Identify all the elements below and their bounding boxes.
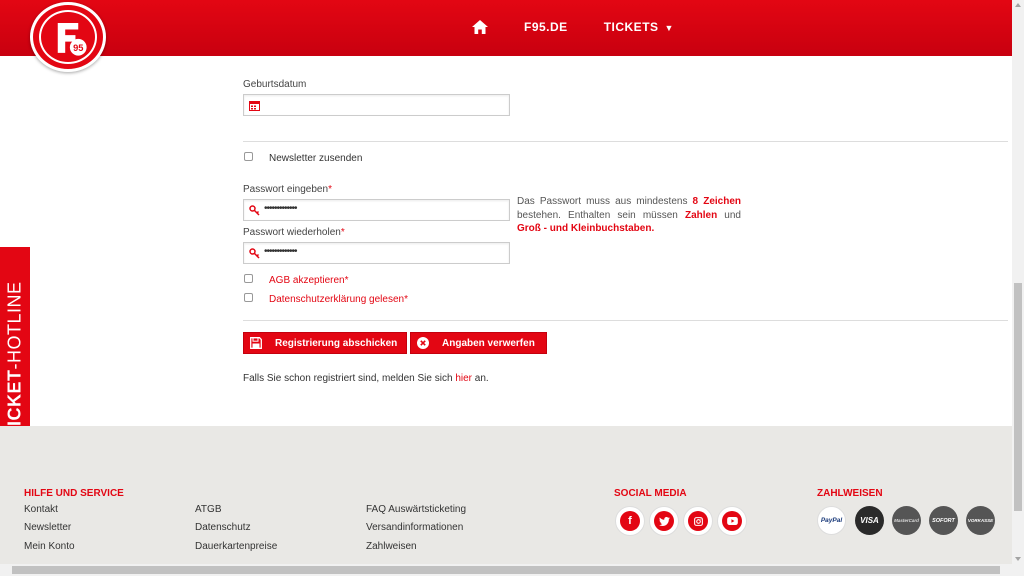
- vorkasse-icon: VORKASSE: [966, 506, 995, 535]
- footer-link-faq[interactable]: FAQ Auswärtsticketing: [366, 504, 466, 515]
- scroll-up-icon[interactable]: [1015, 3, 1021, 7]
- main-nav: F95.DE TICKETS ▼: [472, 20, 674, 34]
- password-label: Passwort eingeben*: [243, 184, 332, 195]
- caret-down-icon: ▼: [664, 23, 674, 33]
- save-icon: [247, 334, 265, 352]
- facebook-button[interactable]: f: [615, 506, 645, 536]
- twitter-button[interactable]: [649, 506, 679, 536]
- birthdate-input[interactable]: [243, 94, 510, 116]
- sofort-icon: SOFORT: [929, 506, 958, 535]
- logo-f95-mark: 95: [57, 23, 87, 56]
- agb-label: AGB akzeptieren*: [269, 275, 349, 286]
- club-logo[interactable]: 95: [30, 2, 106, 72]
- horizontal-scrollbar[interactable]: [0, 564, 1024, 576]
- key-icon: [249, 248, 260, 259]
- divider: [243, 320, 1008, 321]
- paypal-icon: PayPal: [817, 506, 846, 535]
- close-circle-icon: [414, 334, 432, 352]
- footer-link-dauerkarten[interactable]: Dauerkartenpreise: [195, 541, 277, 552]
- nav-link-tickets[interactable]: TICKETS ▼: [604, 20, 674, 34]
- visa-icon: VISA: [855, 506, 884, 535]
- password-repeat-value: •••••••••••••: [264, 246, 298, 257]
- social-heading: SOCIAL MEDIA: [614, 488, 687, 499]
- login-note: Falls Sie schon registriert sind, melden…: [243, 373, 489, 384]
- scroll-down-icon[interactable]: [1015, 557, 1021, 561]
- password-input[interactable]: •••••••••••••: [243, 199, 510, 221]
- youtube-icon: [722, 511, 742, 531]
- privacy-label: Datenschutzerklärung gelesen*: [269, 294, 408, 305]
- instagram-button[interactable]: [683, 506, 713, 536]
- login-link[interactable]: hier: [455, 373, 472, 384]
- footer: HILFE UND SERVICE Kontakt Newsletter Mei…: [0, 426, 1012, 564]
- youtube-button[interactable]: [717, 506, 747, 536]
- password-value: •••••••••••••: [264, 203, 298, 214]
- instagram-icon: [688, 511, 708, 531]
- submit-registration-button[interactable]: Registrierung abschicken: [243, 332, 407, 354]
- footer-link-zahlweisen[interactable]: Zahlweisen: [366, 541, 417, 552]
- password-repeat-input[interactable]: •••••••••••••: [243, 242, 510, 264]
- vertical-scrollbar[interactable]: [1012, 0, 1024, 564]
- footer-link-datenschutz[interactable]: Datenschutz: [195, 522, 251, 533]
- mastercard-icon: MasterCard: [892, 506, 921, 535]
- discard-label: Angaben verwerfen: [442, 337, 535, 349]
- tickets-label: TICKETS: [603, 20, 659, 34]
- ticket-hotline-label: TICKET-HOTLINE: [4, 280, 25, 438]
- hscrollbar-thumb[interactable]: [12, 566, 1000, 574]
- nav-link-f95[interactable]: F95.DE: [524, 20, 568, 34]
- newsletter-label: Newsletter zusenden: [269, 153, 363, 164]
- footer-link-kontakt[interactable]: Kontakt: [24, 504, 58, 515]
- twitter-icon: [654, 511, 674, 531]
- footer-link-newsletter[interactable]: Newsletter: [24, 522, 71, 533]
- agb-checkbox[interactable]: [244, 274, 253, 283]
- calendar-icon: [249, 100, 260, 111]
- privacy-checkbox[interactable]: [244, 293, 253, 302]
- submit-label: Registrierung abschicken: [275, 337, 398, 349]
- facebook-icon: f: [620, 511, 640, 531]
- scrollbar-thumb[interactable]: [1014, 283, 1022, 511]
- home-icon[interactable]: [472, 20, 488, 34]
- password-repeat-label: Passwort wiederholen*: [243, 227, 345, 238]
- top-navbar: F95.DE TICKETS ▼: [0, 0, 1012, 56]
- newsletter-checkbox[interactable]: [244, 152, 253, 161]
- svg-text:95: 95: [73, 43, 83, 53]
- birthdate-label: Geburtsdatum: [243, 79, 307, 90]
- divider: [243, 141, 1008, 142]
- logo-emblem: 95: [39, 10, 97, 64]
- service-heading: HILFE UND SERVICE: [24, 488, 124, 499]
- password-hint: Das Passwort muss aus mindestens 8 Zeich…: [517, 196, 741, 234]
- footer-link-konto[interactable]: Mein Konto: [24, 541, 75, 552]
- discard-button[interactable]: Angaben verwerfen: [410, 332, 547, 354]
- footer-link-atgb[interactable]: ATGB: [195, 504, 221, 515]
- footer-link-versand[interactable]: Versandinformationen: [366, 522, 463, 533]
- key-icon: [249, 205, 260, 216]
- payment-heading: ZAHLWEISEN: [817, 488, 883, 499]
